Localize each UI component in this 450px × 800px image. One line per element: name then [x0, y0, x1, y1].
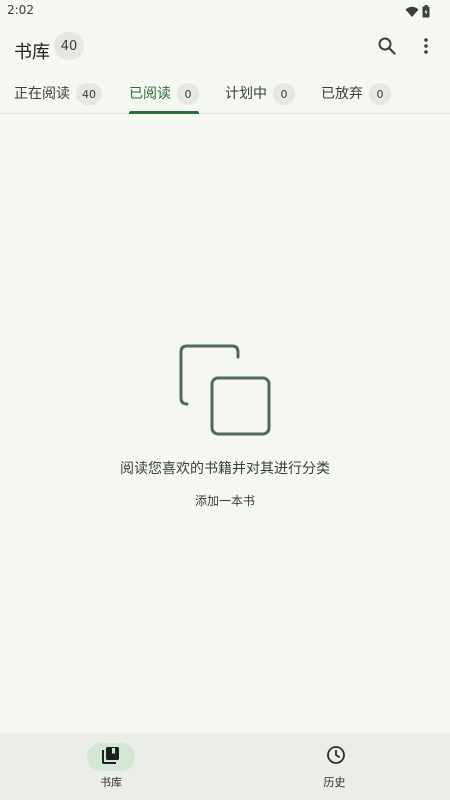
nav-active-pill [87, 743, 135, 771]
tab-count-badge: 0 [273, 83, 295, 105]
tab-label: 计划中 [225, 86, 267, 102]
nav-item-history[interactable]: 历史 [225, 733, 450, 800]
status-icons [405, 3, 430, 22]
more-vert-icon [423, 37, 429, 59]
nav-item-library[interactable]: 书库 [0, 733, 225, 800]
add-book-button[interactable]: 添加一本书 [175, 490, 275, 512]
category-tabs: 正在阅读 40 已阅读 0 计划中 0 已放弃 0 [0, 76, 450, 114]
tab-reading[interactable]: 正在阅读 40 [14, 76, 104, 114]
active-tab-indicator [129, 111, 199, 114]
status-time: 2:02 [7, 3, 34, 17]
search-icon [377, 36, 397, 60]
wifi-icon [405, 3, 419, 22]
clock-icon [326, 745, 346, 769]
library-count-badge: 40 [54, 32, 84, 60]
tab-count-badge: 0 [369, 83, 391, 105]
status-bar: 2:02 [0, 0, 450, 22]
tab-count-badge: 0 [177, 83, 199, 105]
nav-pill [312, 743, 360, 771]
nav-label: 历史 [323, 776, 346, 789]
battery-icon [422, 3, 430, 22]
page-title: 书库 [14, 42, 50, 63]
tab-label: 已放弃 [321, 86, 363, 102]
screen: 2:02 书库 40 正在阅读 40 已阅读 0 计划中 0 已放弃 0 阅读您… [0, 0, 450, 800]
more-options-button[interactable] [414, 36, 438, 60]
tab-planned[interactable]: 计划中 0 [225, 76, 295, 114]
nav-label: 书库 [100, 776, 122, 789]
library-books-icon [102, 746, 120, 768]
app-bar: 书库 40 [0, 28, 450, 68]
empty-state-message: 阅读您喜欢的书籍并对其进行分类 [120, 461, 330, 477]
search-button[interactable] [375, 36, 399, 60]
tab-count-badge: 40 [76, 83, 102, 105]
copy-squares-icon [178, 344, 272, 438]
bottom-navigation: 书库 历史 [0, 733, 450, 800]
tab-label: 已阅读 [129, 86, 171, 102]
tab-abandoned[interactable]: 已放弃 0 [321, 76, 391, 114]
tab-read[interactable]: 已阅读 0 [129, 76, 199, 114]
tab-label: 正在阅读 [14, 86, 70, 102]
